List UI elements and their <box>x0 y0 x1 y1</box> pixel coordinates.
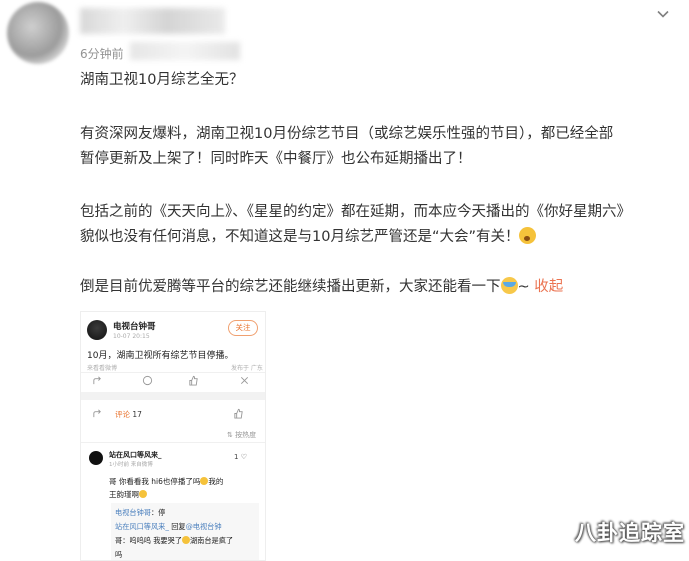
embedded-avatar <box>87 320 107 340</box>
post-paragraph-3-text: 倒是目前优爱腾等平台的综艺还能继续播出更新，大家还能看一下 <box>80 279 501 295</box>
commenter-meta: 1小时前 来自微博 <box>109 462 153 468</box>
embedded-screenshot[interactable]: 电视台钟哥 10-07 20:15 关注 10月，湖南卫视所有综艺节目停播。 来… <box>80 311 266 561</box>
comment-text: 哥 你看看我 hi6也停播了吗 我的 王韵瑾啊 <box>109 475 259 501</box>
embedded-comments-count: 评论 17 <box>115 409 142 420</box>
embedded-post-text: 10月，湖南卫视所有综艺节目停播。 <box>87 351 234 361</box>
embedded-account-name: 电视台钟哥 <box>113 322 156 332</box>
reply-text-2: 回复 <box>168 522 186 531</box>
commenter-name: 站在风口等风来_ <box>109 451 162 459</box>
delete-icon <box>239 375 250 389</box>
post-paragraph-3: 倒是目前优爱腾等平台的综艺还能继续播出更新，大家还能看一下 ~ 收起 <box>80 275 625 300</box>
comment-like-count: 1 ♡ <box>234 453 247 461</box>
reply-mention: @电视台钟 <box>185 522 222 531</box>
author-name-blurred[interactable] <box>80 8 225 34</box>
post-paragraph-2-text: 包括之前的《天天向上》、《星星的约定》都在延期，而本应今天播出的《你好星期六》貌… <box>80 204 624 245</box>
reply-block: 电视台钟哥：停 站在风口等风来_ 回复@电视台钟 哥：呜呜呜 我要哭了 湖南台是疯… <box>111 503 259 560</box>
embedded-divider-2 <box>81 442 265 443</box>
reply-text-1: ：停 <box>150 508 166 517</box>
post-time: 6分钟前 <box>80 47 124 61</box>
embedded-location: 发布于 广东 <box>231 365 263 372</box>
like-icon-2 <box>233 408 244 422</box>
comments-label: 评论 <box>115 410 130 419</box>
emoji-icon-2 <box>139 490 147 498</box>
comments-number: 17 <box>132 410 142 419</box>
reply-line-4: 吗 <box>115 550 123 559</box>
comment-text-3: 王韵瑾啊 <box>109 490 139 499</box>
reply-name-2: 站在风口等风来_ <box>115 522 169 531</box>
author-avatar[interactable] <box>7 2 69 64</box>
comment-icon <box>142 375 153 389</box>
surprised-emoji-icon <box>519 227 537 244</box>
collapse-link[interactable]: 收起 <box>534 279 563 295</box>
sort-label: 按热度 <box>235 431 257 439</box>
embedded-subline: 来看看微博 <box>87 365 118 372</box>
reply-line-1: 电视台钟哥：停 <box>115 506 257 519</box>
post-paragraph-1: 有资深网友爆料，湖南卫视10月份综艺节目（或综艺娱乐性强的节目），都已经全部暂停… <box>80 126 614 167</box>
crying-emoji-icon <box>500 277 518 294</box>
reply-line-2: 站在风口等风来_ 回复@电视台钟 <box>115 520 257 533</box>
embedded-divider <box>81 372 265 373</box>
post-meta-blurred <box>130 42 240 60</box>
share-icon <box>92 375 103 389</box>
reply-name-1: 电视台钟哥 <box>115 508 151 517</box>
reply-line-3: 哥：呜呜呜 我要哭了 湖南台是疯了 <box>115 534 257 547</box>
like-icon <box>188 375 199 389</box>
sort-by-heat: ⇅ 按热度 <box>227 431 257 439</box>
share-icon-2 <box>92 408 103 422</box>
post-paragraph-3-tail: ~ <box>517 279 535 295</box>
embedded-post-date: 10-07 20:15 <box>113 333 150 340</box>
comment-text-2: 我的 <box>208 477 224 486</box>
reply-text-3b: 湖南台是疯了 <box>189 536 234 545</box>
comment-likes: 1 <box>234 453 239 461</box>
comment-text-main: 哥 你看看我 hi6也停播了吗 <box>109 477 201 486</box>
emoji-icon-3 <box>181 536 190 544</box>
reply-text-3: 哥：呜呜呜 我要哭了 <box>115 536 182 545</box>
chevron-down-icon[interactable] <box>655 6 671 22</box>
post-paragraph-2: 包括之前的《天天向上》、《星星的约定》都在延期，而本应今天播出的《你好星期六》貌… <box>80 200 625 250</box>
embedded-follow-button: 关注 <box>228 320 258 336</box>
post-title: 湖南卫视10月综艺全无？ <box>80 72 244 88</box>
embedded-gap <box>81 392 265 400</box>
watermark: 八卦追踪室 <box>575 521 685 545</box>
commenter-avatar <box>89 451 103 465</box>
